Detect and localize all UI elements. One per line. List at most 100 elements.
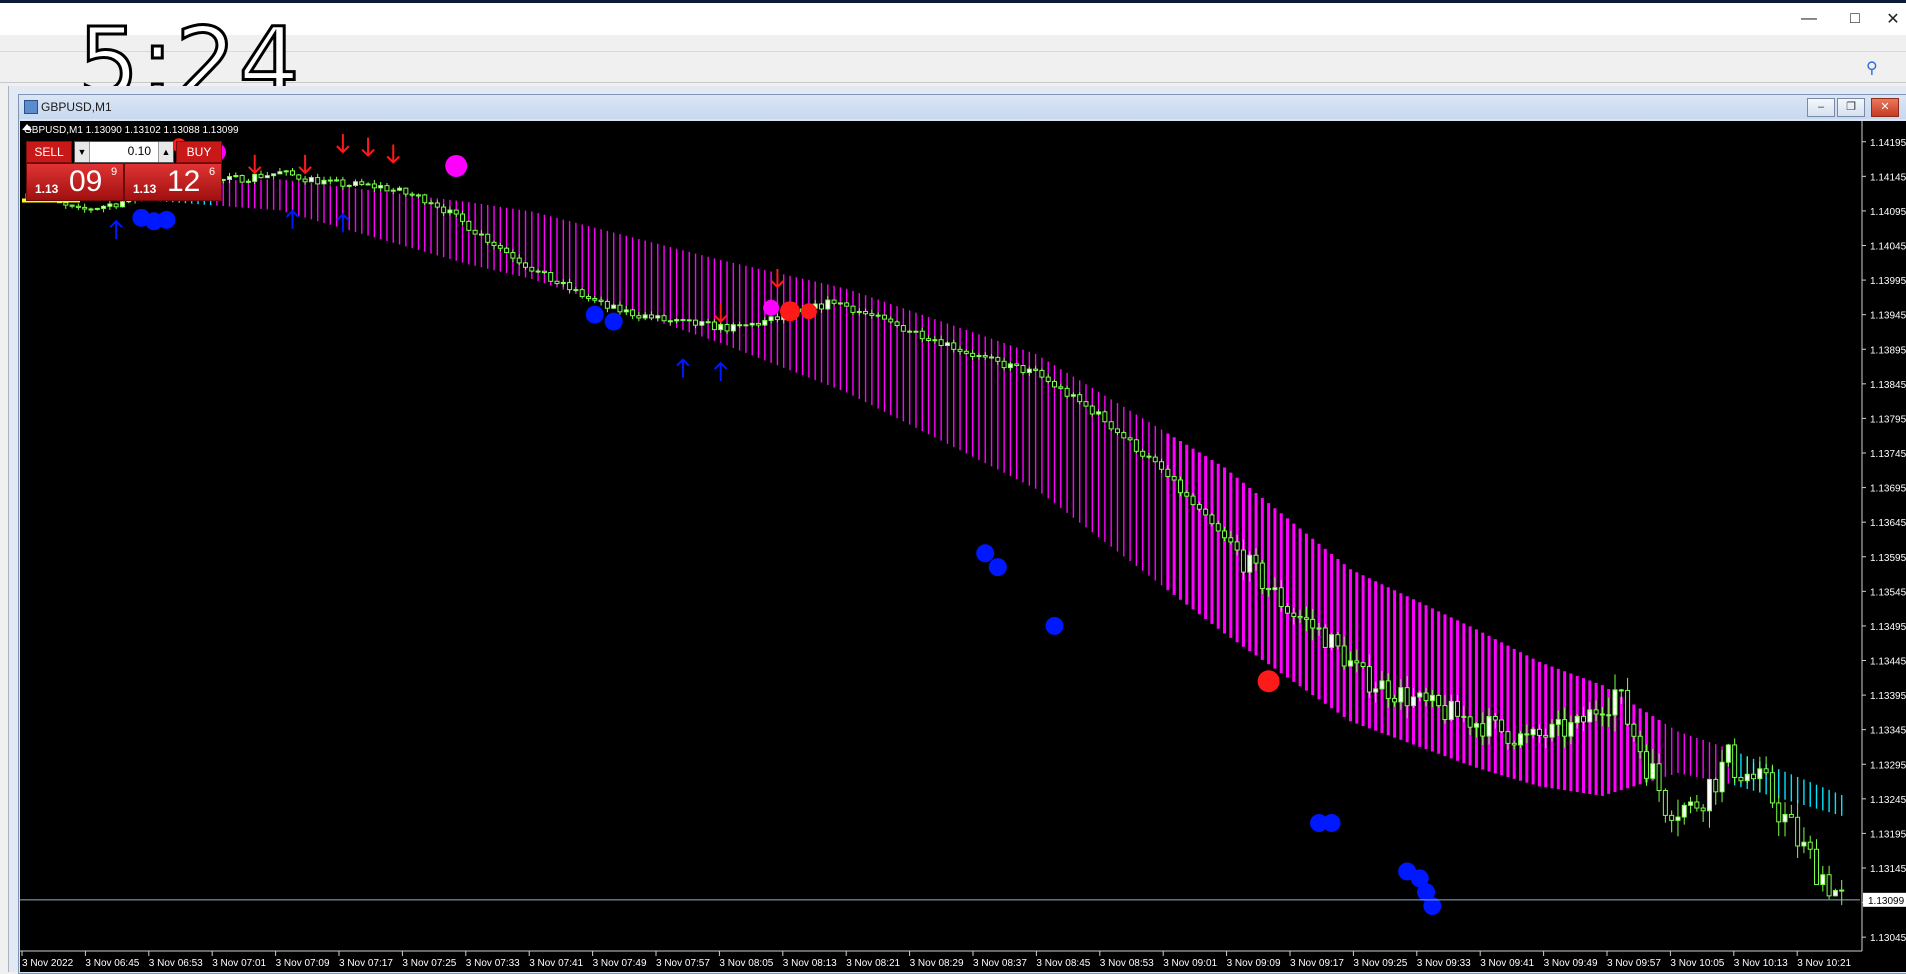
candle-body xyxy=(831,299,837,304)
candle-body xyxy=(1398,687,1404,703)
candle-body xyxy=(384,185,390,192)
current-price-label: 1.13099 xyxy=(1868,896,1905,907)
sell-price-box[interactable]: 1.13 09 9 xyxy=(26,163,124,201)
candle-body xyxy=(478,233,484,236)
price-tick-label: 1.13145 xyxy=(1870,864,1906,875)
sell-button[interactable]: SELL xyxy=(26,141,72,163)
time-tick-label: 3 Nov 07:17 xyxy=(339,958,393,969)
sell-price-main: 09 xyxy=(69,165,103,198)
candle-body xyxy=(1788,813,1794,818)
candle-body xyxy=(1001,360,1007,369)
time-tick-label: 3 Nov 07:25 xyxy=(402,958,456,969)
signal-dot-icon xyxy=(976,544,995,563)
candle-body xyxy=(1448,700,1454,721)
candle-body xyxy=(1631,723,1637,737)
candle-body xyxy=(1480,723,1486,737)
chart-background xyxy=(20,121,1906,972)
time-tick-label: 3 Nov 07:57 xyxy=(656,958,710,969)
minimize-icon[interactable]: — xyxy=(1786,3,1832,35)
candle-body xyxy=(1530,728,1536,736)
time-tick-label: 3 Nov 09:09 xyxy=(1227,958,1281,969)
candle-body xyxy=(1423,692,1429,702)
candle-body xyxy=(252,173,258,182)
time-tick-label: 3 Nov 06:45 xyxy=(85,958,139,969)
lot-size-control: ▼ ▲ xyxy=(74,141,174,163)
candle-body xyxy=(573,289,579,292)
candle-body xyxy=(1335,634,1341,647)
candle-body xyxy=(718,324,724,331)
price-chart[interactable]: 1.141951.141451.140951.140451.139951.139… xyxy=(20,121,1906,972)
candle-body xyxy=(1681,804,1687,818)
candle-body xyxy=(1089,405,1095,415)
candle-body xyxy=(661,315,667,322)
candle-body xyxy=(1461,715,1467,718)
time-tick-label: 3 Nov 07:49 xyxy=(593,958,647,969)
chart-close-button[interactable]: ✕ xyxy=(1871,98,1899,117)
candle-body xyxy=(913,330,919,333)
lot-increase-icon[interactable]: ▲ xyxy=(158,142,173,162)
candle-body xyxy=(69,204,75,207)
buy-price-box[interactable]: 1.13 12 6 xyxy=(124,163,222,201)
candle-body xyxy=(535,270,541,273)
time-tick-label: 3 Nov 08:13 xyxy=(783,958,837,969)
price-tick-label: 1.13895 xyxy=(1870,345,1906,356)
candle-body xyxy=(434,202,440,208)
candle-body xyxy=(579,289,585,298)
candle-body xyxy=(1782,813,1788,823)
candle-body xyxy=(1593,709,1599,715)
buy-button[interactable]: BUY xyxy=(176,141,222,163)
chart-minimize-button[interactable]: – xyxy=(1807,98,1835,117)
candle-body xyxy=(245,180,251,183)
close-icon[interactable]: ✕ xyxy=(1870,3,1906,35)
candle-body xyxy=(1329,634,1335,648)
time-tick-label: 3 Nov 08:21 xyxy=(846,958,900,969)
candle-body xyxy=(1549,723,1555,738)
time-tick-label: 3 Nov 08:53 xyxy=(1100,958,1154,969)
candle-body xyxy=(1140,450,1146,457)
chart-window-titlebar[interactable]: GBPUSD,M1 – ❐ ✕ xyxy=(19,95,1906,119)
candle-body xyxy=(693,319,699,326)
candle-body xyxy=(642,314,648,319)
candle-body xyxy=(491,241,497,247)
candle-body xyxy=(863,310,869,315)
candle-body xyxy=(1618,689,1624,692)
price-tick-label: 1.13245 xyxy=(1870,795,1906,806)
candle-body xyxy=(724,324,730,332)
candle-body xyxy=(271,173,277,177)
candle-body xyxy=(1832,890,1838,897)
candle-body xyxy=(1455,700,1461,717)
candle-body xyxy=(623,309,629,313)
lot-size-input[interactable] xyxy=(95,143,151,159)
candle-body xyxy=(900,325,906,332)
ohlc-header: GBPUSD,M1 1.13090 1.13102 1.13088 1.1309… xyxy=(24,125,239,136)
time-tick-label: 3 Nov 10:21 xyxy=(1797,958,1851,969)
candle-body xyxy=(403,187,409,195)
candle-body xyxy=(1744,773,1750,782)
candle-body xyxy=(1499,719,1505,733)
buy-price-prefix: 1.13 xyxy=(133,182,157,196)
candle-body xyxy=(397,187,403,191)
candle-body xyxy=(850,305,856,313)
candle-body xyxy=(340,179,346,187)
candle-body xyxy=(497,245,503,249)
candle-body xyxy=(592,297,598,301)
lot-decrease-icon[interactable]: ▼ xyxy=(75,142,90,162)
candle-body xyxy=(1272,587,1278,591)
candle-body xyxy=(227,176,233,180)
candle-body xyxy=(1203,508,1209,516)
candle-body xyxy=(585,296,591,299)
candle-body xyxy=(1562,719,1568,737)
candle-body xyxy=(1436,694,1442,707)
chart-restore-button[interactable]: ❐ xyxy=(1837,98,1865,117)
candle-body xyxy=(296,174,302,180)
candle-body xyxy=(1385,680,1391,699)
candle-body xyxy=(1410,696,1416,707)
candle-body xyxy=(239,175,245,183)
time-tick-label: 3 Nov 09:25 xyxy=(1353,958,1407,969)
search-icon[interactable]: ⚲ xyxy=(1866,58,1878,78)
candle-body xyxy=(409,193,415,196)
candle-body xyxy=(1310,618,1316,629)
candle-body xyxy=(1574,715,1580,724)
candle-body xyxy=(711,321,717,331)
candle-body xyxy=(1587,709,1593,723)
